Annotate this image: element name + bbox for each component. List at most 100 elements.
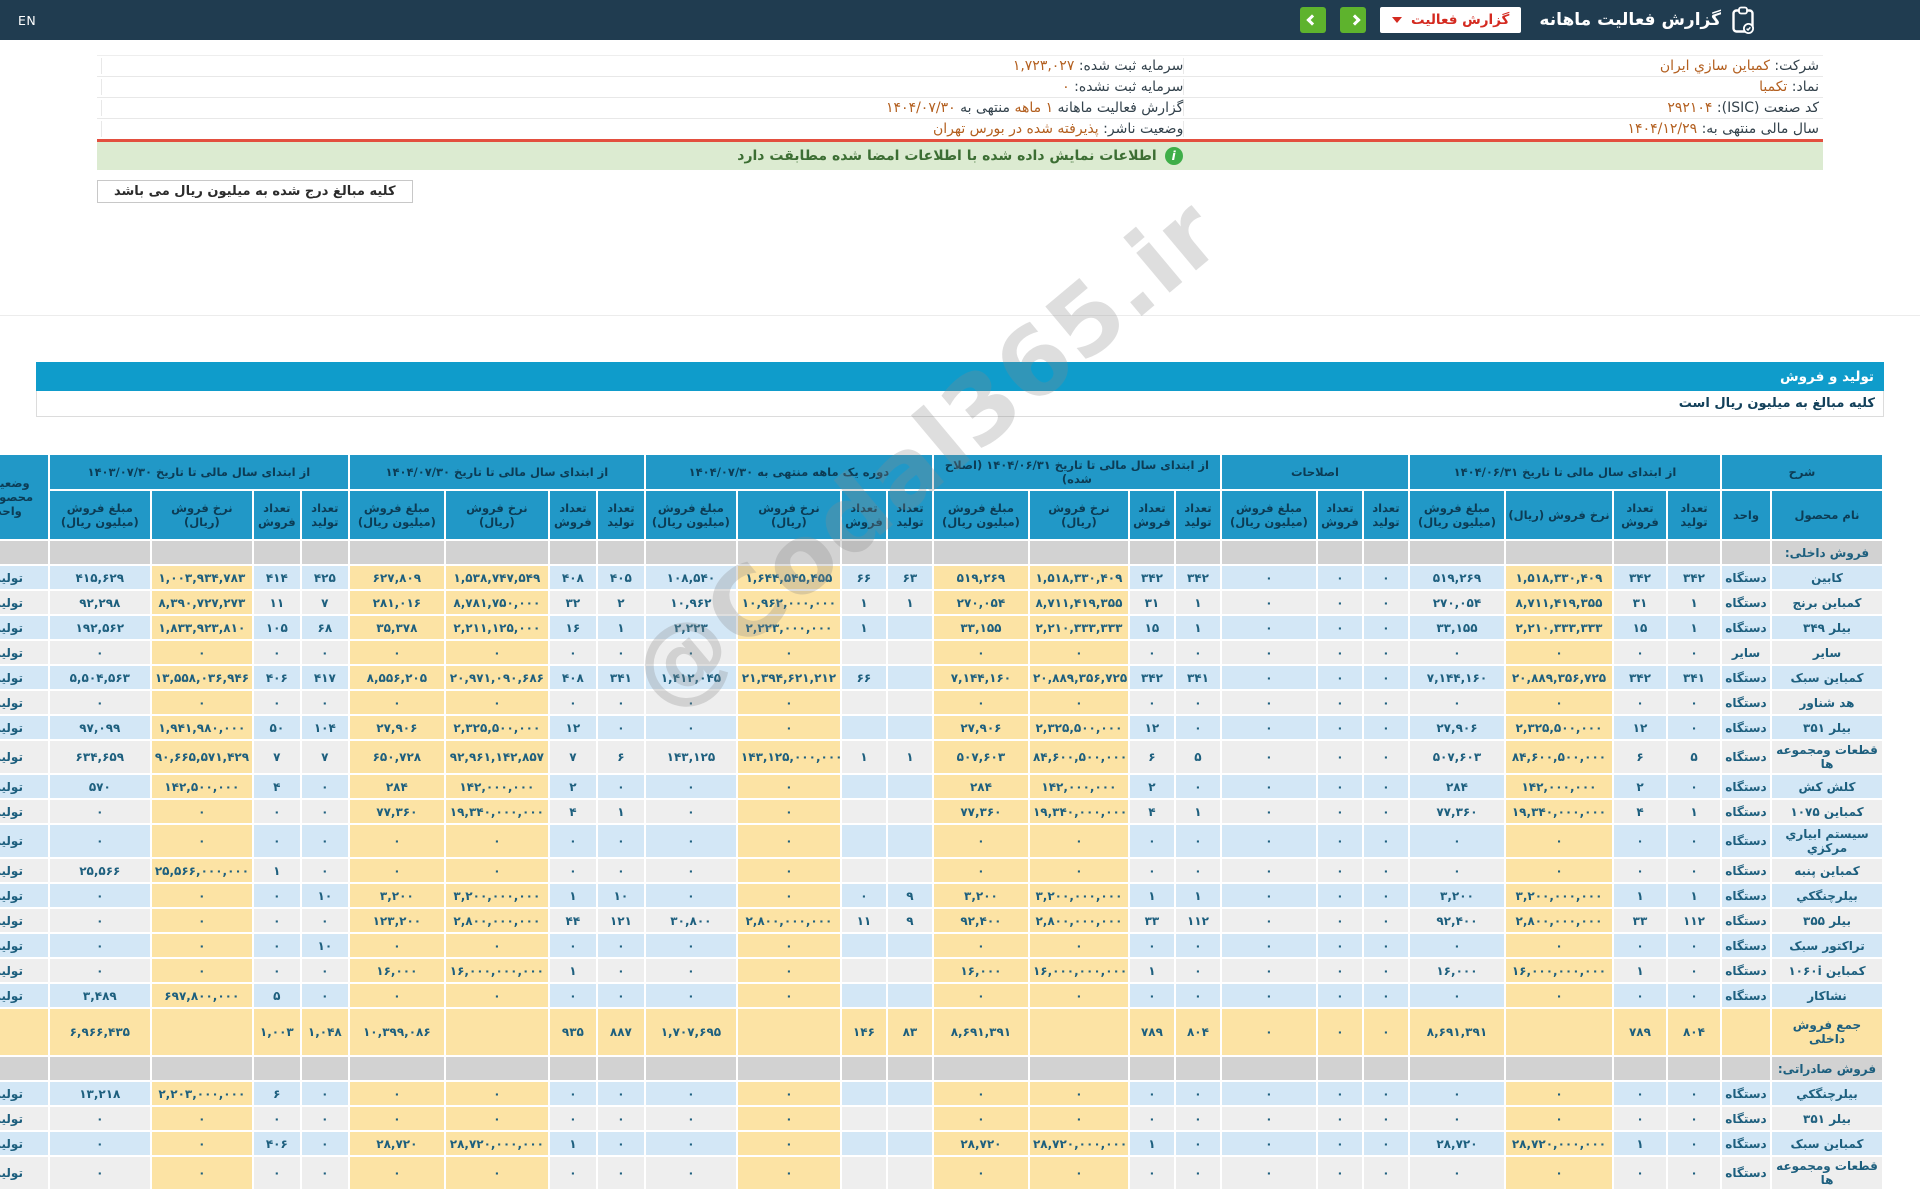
value-cell: ۰: [735, 798, 842, 825]
registered-capital-label: سرمایه ثبت شده:: [1078, 58, 1184, 74]
status-cell: تولید: [0, 689, 50, 716]
value-cell: ۰: [547, 1105, 598, 1132]
codal-monthly-report-page: { "header": { "title": "گزارش فعالیت ماه…: [0, 0, 1920, 1191]
value-cell: ۰: [1503, 689, 1614, 716]
value-cell: ۱۰۸,۵۴۰: [643, 564, 738, 591]
value-cell: ۹۷,۰۹۹: [47, 714, 152, 741]
table-row: کمباین سبک دستگاه ۰ ۱ ۲۸,۷۲۰,۰۰۰,۰۰۰ ۲۸,۷۲۰ ۰ ۰…: [0, 1130, 1884, 1157]
value-cell: [547, 1055, 598, 1082]
value-cell: [839, 714, 888, 741]
value-cell: ۰: [47, 1105, 152, 1132]
value-cell: [735, 1055, 842, 1082]
value-cell: [1315, 1055, 1364, 1082]
value-cell: [643, 539, 738, 566]
value-cell: ۰: [1219, 957, 1318, 984]
value-cell: ۰: [1173, 857, 1222, 884]
value-cell: ۰: [735, 823, 842, 859]
value-cell: ۵۰: [251, 714, 302, 741]
next-report-button[interactable]: [1340, 7, 1367, 33]
value-cell: ۰: [1361, 564, 1410, 591]
value-cell: ۸۴,۶۰۰,۵۰۰,۰۰۰: [1027, 739, 1130, 775]
value-cell: ۰: [1611, 639, 1668, 666]
value-cell: ۰: [1315, 614, 1364, 641]
value-cell: ۰: [149, 823, 254, 859]
value-cell: [839, 1105, 888, 1132]
value-cell: ۰: [299, 823, 350, 859]
value-cell: [1127, 539, 1176, 566]
table-row: کمباین ۱۰۷۵ دستگاه ۱ ۴ ۱۹,۳۴۰,۰۰۰,۰۰۰ ۷۷,۳۶۰ ۰…: [0, 798, 1884, 825]
value-cell: ۰: [251, 957, 302, 984]
value-cell: ۱: [885, 589, 934, 616]
product-name-cell: بیلر ۳۴۹: [1770, 614, 1884, 641]
value-cell: ۶۹۷,۸۰۰,۰۰۰: [149, 982, 254, 1009]
value-cell: ۱۶,۰۰۰: [931, 957, 1030, 984]
value-cell: [839, 857, 888, 884]
value-cell: ۰: [1361, 589, 1410, 616]
unit-cell: دستگاه: [1719, 1105, 1773, 1132]
table-row: نشاکار دستگاه ۰ ۰ ۰ ۰ ۰ ۰ ۰ ۰ ۰ ۰ ۰ ۰ ۰ ۰ ۰ ۰ ۰ ۰ ۵ ۶۹۷,۸۰۰,۰…: [0, 982, 1884, 1009]
value-cell: ۷۷,۳۶۰: [347, 798, 446, 825]
product-name-cell: نشاکار: [1770, 982, 1884, 1009]
issuer-status-field: وضعیت ناشر: پذیرفته شده در بورس تهران: [101, 121, 1183, 137]
report-period-ending-label: منتهی به: [960, 100, 1010, 116]
value-cell: [347, 539, 446, 566]
unit-cell: دستگاه: [1719, 982, 1773, 1009]
value-cell: ۰: [1665, 957, 1722, 984]
value-cell: ۰: [1361, 982, 1410, 1009]
product-name-cell: بیلرچنگکي: [1770, 1080, 1884, 1107]
value-cell: ۰: [1027, 689, 1130, 716]
value-cell: ۰: [1315, 564, 1364, 591]
value-cell: ۰: [931, 689, 1030, 716]
previous-report-button[interactable]: [1300, 7, 1327, 33]
value-cell: ۰: [1173, 689, 1222, 716]
value-cell: ۰: [1665, 932, 1722, 959]
value-cell: ۳۳,۱۵۵: [931, 614, 1030, 641]
value-cell: ۲۸,۷۲۰: [347, 1130, 446, 1157]
value-cell: ۰: [595, 1130, 646, 1157]
value-cell: ۲۸,۷۲۰,۰۰۰,۰۰۰: [1027, 1130, 1130, 1157]
value-cell: [885, 773, 934, 800]
value-cell: ۰: [149, 1105, 254, 1132]
value-cell: ۰: [1127, 639, 1176, 666]
top-bar: گزارش فعالیت ماهانه گزارش فعالیت EN: [0, 0, 1920, 40]
value-cell: ۲۵,۵۶۶: [47, 857, 152, 884]
value-cell: ۰: [1407, 639, 1506, 666]
value-cell: ۰: [1665, 823, 1722, 859]
value-cell: ۷۸۹: [1611, 1007, 1668, 1057]
value-cell: ۴۰۶: [251, 1130, 302, 1157]
column-group-header: شرح: [1719, 453, 1885, 491]
value-cell: ۳۵,۳۷۸: [347, 614, 446, 641]
isic-value: ۲۹۲۱۰۴: [1667, 100, 1713, 116]
symbol-label: نماد:: [1791, 79, 1819, 95]
value-cell: ۶: [595, 739, 646, 775]
value-cell: ۱۶,۰۰۰,۰۰۰,۰۰۰: [1503, 957, 1614, 984]
value-cell: ۰: [1361, 664, 1410, 691]
value-cell: ۰: [931, 823, 1030, 859]
value-cell: ۰: [1361, 957, 1410, 984]
value-cell: ۴: [547, 798, 598, 825]
column-header: تعداد تولید: [595, 489, 646, 541]
language-toggle-en[interactable]: EN: [18, 13, 36, 28]
value-cell: ۲۵,۵۶۶,۰۰۰,۰۰۰: [149, 857, 254, 884]
status-cell: تولید: [0, 664, 50, 691]
value-cell: ۰: [1315, 1080, 1364, 1107]
unregistered-capital-value: ۰: [1062, 79, 1070, 95]
report-type-dropdown[interactable]: گزارش فعالیت: [1380, 7, 1522, 33]
value-cell: [885, 1130, 934, 1157]
status-cell: [0, 1007, 50, 1057]
value-cell: ۰: [595, 823, 646, 859]
value-cell: [885, 614, 934, 641]
value-cell: ۵۱۹,۲۶۹: [931, 564, 1030, 591]
value-cell: ۵۰۷,۶۰۳: [931, 739, 1030, 775]
value-cell: ۱۲: [1127, 714, 1176, 741]
value-cell: ۰: [595, 1155, 646, 1191]
value-cell: ۱۹,۳۴۰,۰۰۰,۰۰۰: [1027, 798, 1130, 825]
value-cell: ۰: [47, 823, 152, 859]
column-header: تعداد فروش: [547, 489, 598, 541]
value-cell: ۰: [1219, 614, 1318, 641]
value-cell: ۲۸۱,۰۱۶: [347, 589, 446, 616]
value-cell: ۶۶: [839, 564, 888, 591]
value-cell: ۰: [1611, 857, 1668, 884]
value-cell: ۰: [251, 907, 302, 934]
value-cell: ۰: [735, 932, 842, 959]
